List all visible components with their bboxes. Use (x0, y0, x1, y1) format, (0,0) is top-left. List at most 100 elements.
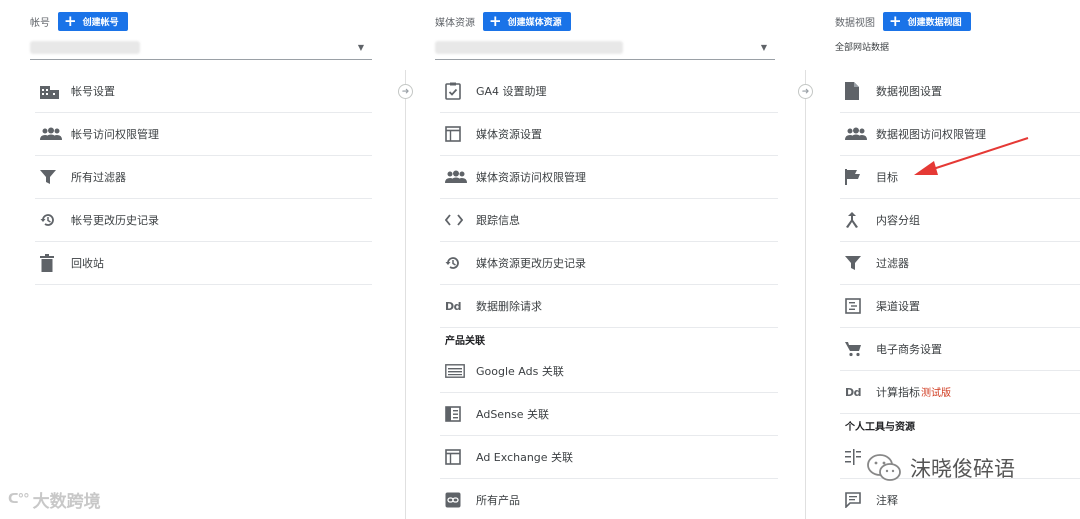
history-icon (440, 255, 476, 271)
item-label: Google Ads 关联 (476, 365, 564, 378)
property-selector[interactable]: ▼ (435, 36, 775, 60)
annotations-item[interactable]: 注释 (840, 479, 1080, 519)
property-header: 媒体资源 + 创建媒体资源 (435, 10, 571, 32)
item-label: 帐号设置 (71, 85, 115, 98)
trash-item[interactable]: 回收站 (35, 242, 372, 285)
column-divider (805, 70, 806, 519)
grouping-icon (840, 212, 876, 228)
view-header: 数据视图 + 创建数据视图 (835, 10, 971, 32)
property-menu: GA4 设置助理 媒体资源设置 媒体资源访问权限管理 跟踪信息 媒体资源更改历史… (440, 70, 778, 519)
account-history-item[interactable]: 帐号更改历史记录 (35, 199, 372, 242)
code-icon (440, 214, 476, 226)
item-label: 跟踪信息 (476, 214, 520, 227)
plus-icon: + (64, 11, 77, 30)
plus-icon: + (489, 11, 502, 30)
ecommerce-settings-item[interactable]: 电子商务设置 (840, 328, 1080, 371)
property-label: 媒体资源 (435, 17, 475, 29)
ad-exchange-link-item[interactable]: Ad Exchange 关联 (440, 436, 778, 479)
item-label: 注释 (876, 494, 898, 507)
item-label: 过滤器 (876, 257, 909, 270)
item-label: 电子商务设置 (876, 343, 942, 356)
watermark-left: ᑕ°° 大数跨境 (8, 487, 101, 512)
personal-tools-header: 个人工具与资源 (845, 422, 915, 433)
view-selector[interactable]: 全部网站数据 (835, 40, 1075, 53)
flag-icon (840, 169, 876, 185)
dd-icon: Dd (445, 299, 462, 313)
content-grouping-item[interactable]: 内容分组 (840, 199, 1080, 242)
view-label: 数据视图 (835, 17, 875, 29)
property-name-redacted (435, 41, 623, 54)
dd-icon: Dd (845, 385, 862, 399)
tracking-info-item[interactable]: 跟踪信息 (440, 199, 778, 242)
watermark-right: 沫晓俊碎语 (866, 453, 1015, 483)
ads-icon (440, 364, 476, 378)
item-label: 媒体资源访问权限管理 (476, 171, 586, 184)
account-column: 帐号 + 创建帐号 ▼ 帐号设置 帐号访问权限管理 所有过滤器 帐号更改历史记录… (0, 0, 400, 519)
item-label: 帐号更改历史记录 (71, 214, 159, 227)
property-column: ➜ 媒体资源 + 创建媒体资源 ▼ GA4 设置助理 媒体资源设置 媒体资源访问… (398, 0, 805, 519)
account-header: 帐号 + 创建帐号 (30, 10, 128, 32)
account-label: 帐号 (30, 17, 50, 29)
watermark-logo-icon: ᑕ°° (8, 492, 30, 507)
people-icon (440, 170, 476, 184)
all-products-item[interactable]: 所有产品 (440, 479, 778, 519)
item-label: 目标 (876, 171, 898, 184)
adsense-link-item[interactable]: AdSense 关联 (440, 393, 778, 436)
view-settings-item[interactable]: 数据视图设置 (840, 70, 1080, 113)
account-settings-item[interactable]: 帐号设置 (35, 70, 372, 113)
item-label: 计算指标测试版 (876, 384, 951, 400)
arrow-right-icon[interactable]: ➜ (798, 84, 813, 99)
data-deletion-item[interactable]: Dd 数据删除请求 (440, 285, 778, 328)
wechat-icon (867, 454, 901, 481)
channel-settings-item[interactable]: 渠道设置 (840, 285, 1080, 328)
people-icon (35, 127, 71, 141)
people-icon (840, 127, 876, 141)
item-label: 媒体资源更改历史记录 (476, 257, 586, 270)
create-property-label: 创建媒体资源 (507, 17, 562, 28)
product-linking-header: 产品关联 (445, 336, 485, 347)
view-selected: 全部网站数据 (835, 43, 890, 53)
plus-icon: + (889, 11, 902, 30)
property-history-item[interactable]: 媒体资源更改历史记录 (440, 242, 778, 285)
item-label: 数据视图设置 (876, 85, 942, 98)
comment-icon (840, 492, 876, 508)
calculated-metrics-label: 计算指标 (876, 386, 920, 399)
cart-icon (840, 341, 876, 357)
document-icon (840, 82, 876, 100)
item-label: 内容分组 (876, 214, 920, 227)
item-label: AdSense 关联 (476, 408, 550, 421)
item-label: 数据删除请求 (476, 300, 542, 313)
item-label: 帐号访问权限管理 (71, 128, 159, 141)
watermark-right-text: 沫晓俊碎语 (910, 457, 1015, 481)
calculated-metrics-item[interactable]: Dd 计算指标测试版 (840, 371, 1080, 414)
chevron-down-icon: ▼ (357, 43, 364, 52)
account-selector[interactable]: ▼ (30, 36, 372, 60)
adsense-icon (440, 406, 476, 422)
property-settings-item[interactable]: 媒体资源设置 (440, 113, 778, 156)
account-filters-item[interactable]: 所有过滤器 (35, 156, 372, 199)
create-property-button[interactable]: + 创建媒体资源 (483, 11, 571, 31)
arrow-right-icon[interactable]: ➜ (398, 84, 413, 99)
ga4-assistant-item[interactable]: GA4 设置助理 (440, 70, 778, 113)
account-menu: 帐号设置 帐号访问权限管理 所有过滤器 帐号更改历史记录 回收站 (35, 70, 372, 285)
account-name-redacted (30, 41, 140, 54)
view-filters-item[interactable]: 过滤器 (840, 242, 1080, 285)
trash-icon (35, 254, 71, 272)
account-access-item[interactable]: 帐号访问权限管理 (35, 113, 372, 156)
column-divider (405, 70, 406, 519)
create-account-label: 创建帐号 (82, 17, 119, 28)
filter-icon (840, 256, 876, 270)
window-icon (440, 126, 476, 142)
item-label: Ad Exchange 关联 (476, 451, 574, 464)
item-label: 媒体资源设置 (476, 128, 542, 141)
chevron-down-icon: ▼ (760, 43, 767, 52)
property-access-item[interactable]: 媒体资源访问权限管理 (440, 156, 778, 199)
checklist-icon (440, 82, 476, 100)
link-icon (440, 492, 476, 508)
create-account-button[interactable]: + 创建帐号 (58, 11, 128, 31)
google-ads-link-item[interactable]: Google Ads 关联 (440, 350, 778, 393)
red-annotation-arrow (914, 137, 1029, 175)
watermark-left-text: 大数跨境 (32, 492, 101, 512)
history-icon (35, 212, 71, 228)
create-view-button[interactable]: + 创建数据视图 (883, 11, 971, 31)
